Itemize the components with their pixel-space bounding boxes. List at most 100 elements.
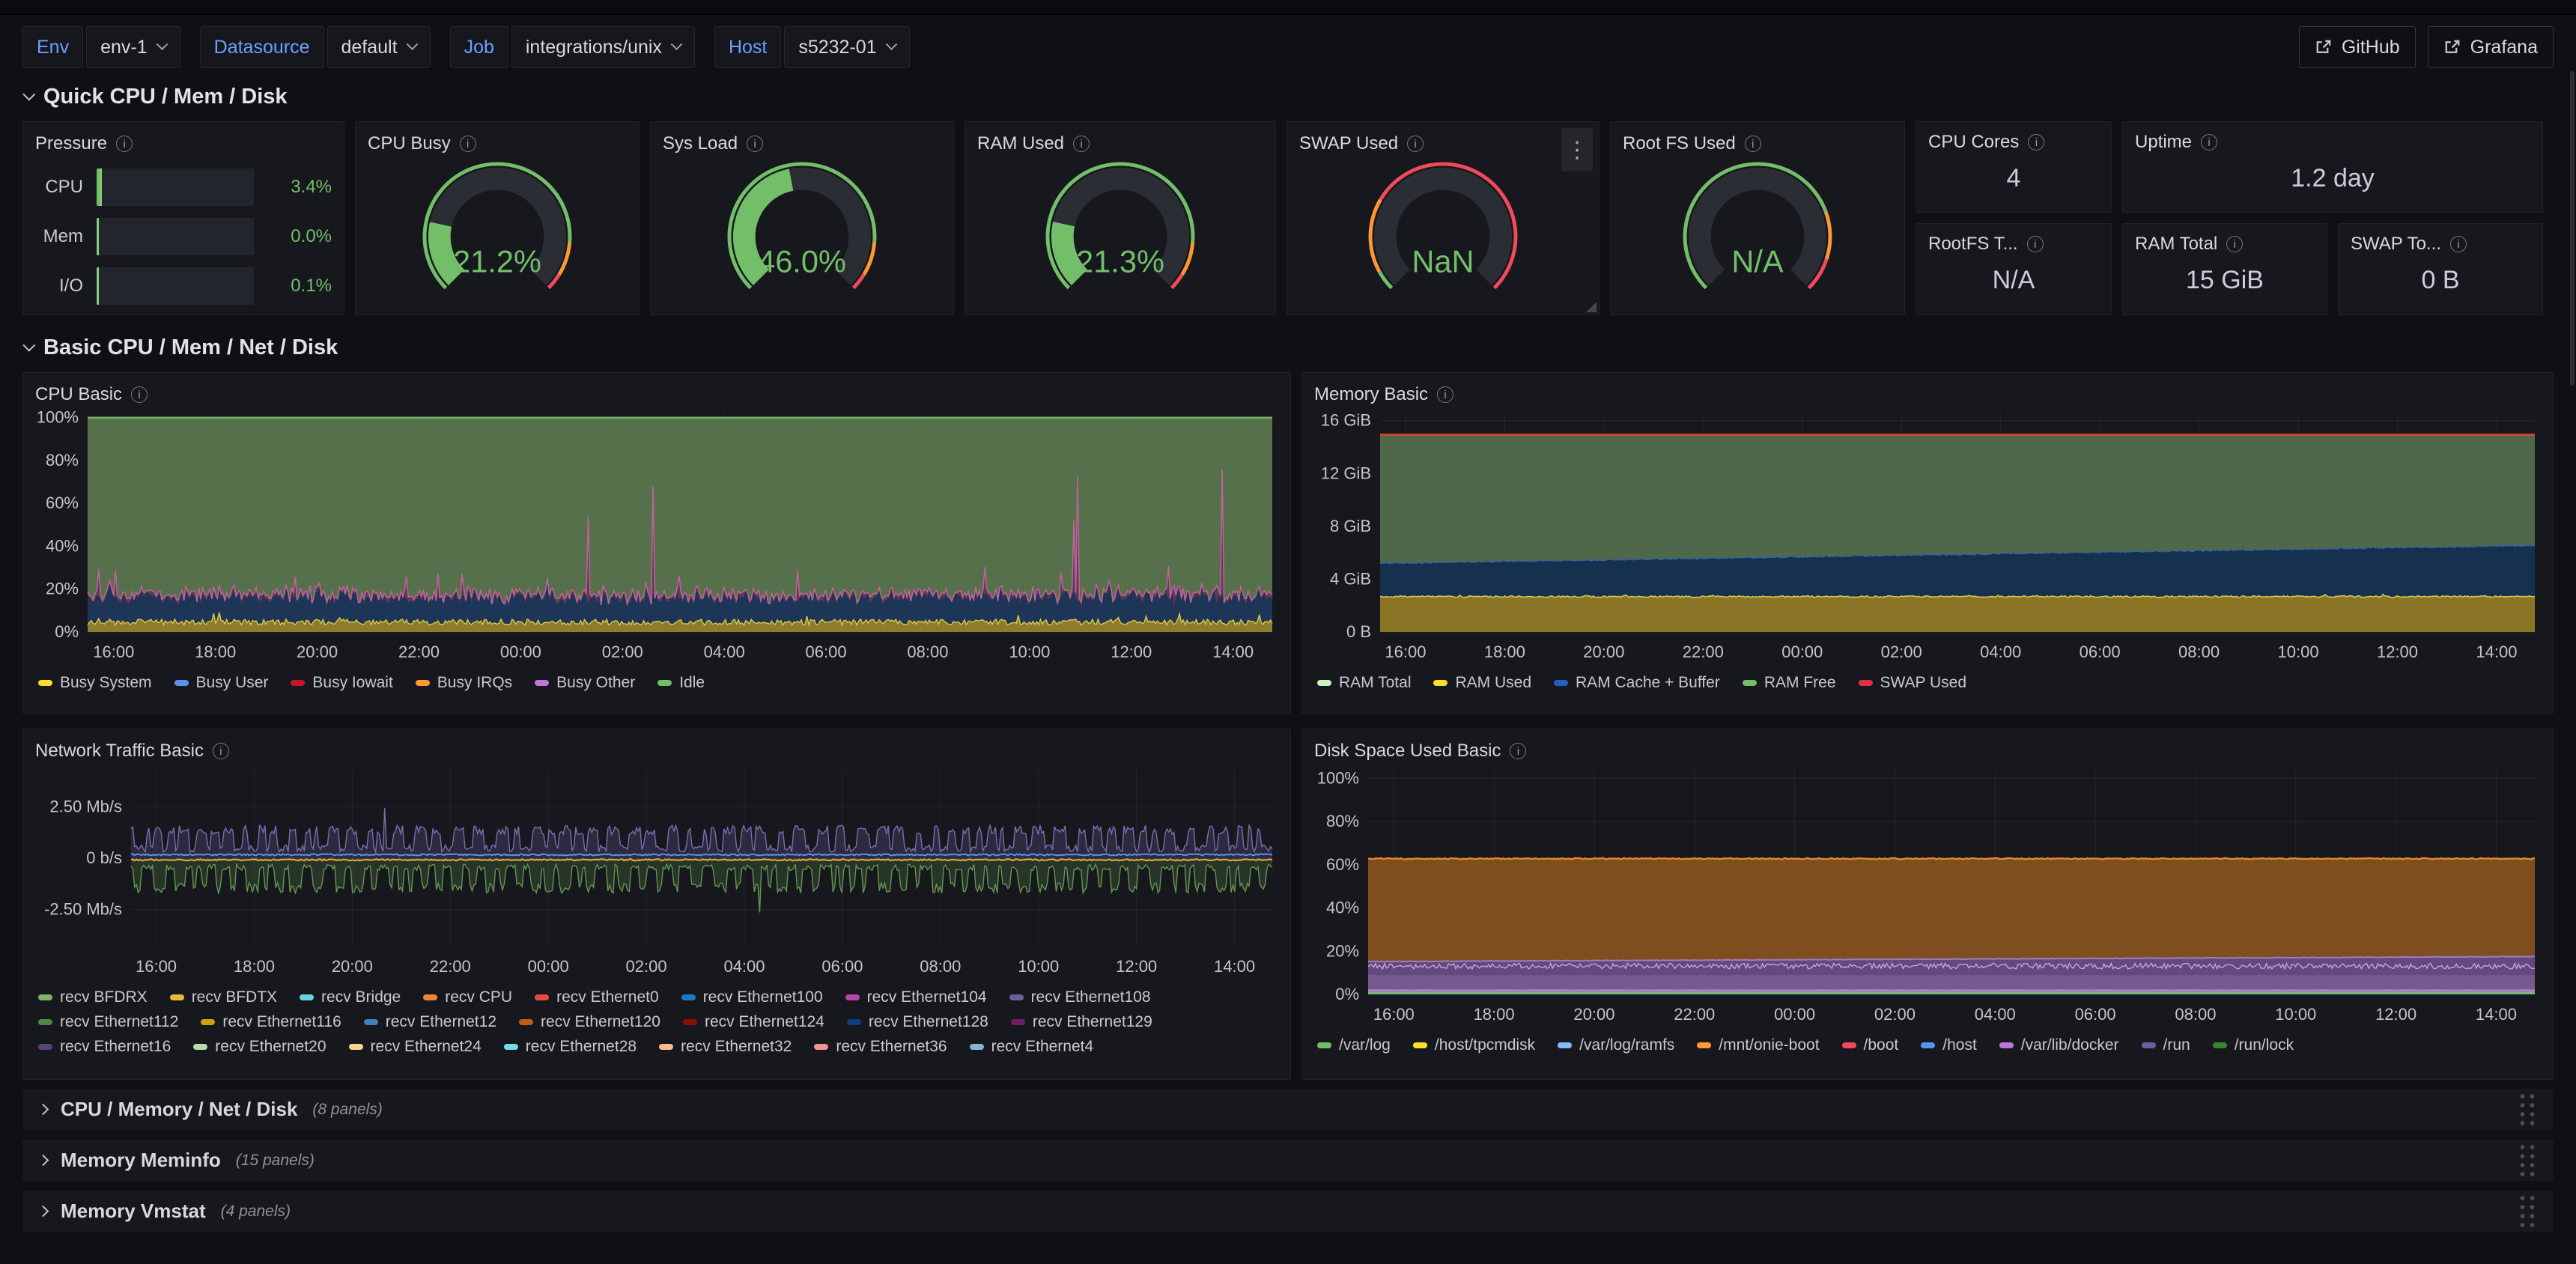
legend-item[interactable]: Busy IRQs [416,674,512,692]
panel-title[interactable]: Sys Load [663,133,738,154]
time-series-chart[interactable]: 0 B4 GiB8 GiB12 GiB16 GiB16:0018:0020:00… [1314,407,2541,669]
panel-title[interactable]: Disk Space Used Basic [1314,741,1501,762]
info-icon[interactable] [2027,236,2044,252]
host-select[interactable]: s5232-01 [784,26,909,68]
info-icon[interactable] [2226,236,2243,252]
legend-item[interactable]: recv Ethernet129 [1011,1013,1152,1031]
legend-item[interactable]: /var/lib/docker [1999,1036,2119,1054]
panel-title[interactable]: CPU Cores [1928,132,2019,153]
grafana-link-button[interactable]: Grafana [2428,26,2554,68]
drag-handle-icon[interactable] [2518,1143,2537,1179]
drag-handle-icon[interactable] [2518,1194,2537,1230]
job-select[interactable]: integrations/unix [511,26,695,68]
collapsed-row-cpu-memory-net-disk[interactable]: CPU / Memory / Net / Disk (8 panels) [22,1089,2554,1130]
legend-item[interactable]: recv Ethernet24 [349,1038,482,1056]
legend-item[interactable]: RAM Total [1317,674,1411,692]
panel-title[interactable]: RAM Used [977,133,1064,154]
panel-menu-icon[interactable] [1561,128,1593,171]
legend-item[interactable]: recv BFDRX [38,988,148,1006]
time-series-chart[interactable]: 0%20%40%60%80%100%16:0018:0020:0022:0000… [1314,764,2541,1032]
collapsed-row-memory-vmstat[interactable]: Memory Vmstat (4 panels) [22,1191,2554,1232]
drag-handle-icon[interactable] [2518,1092,2537,1128]
legend-item[interactable]: /var/log [1317,1036,1391,1054]
legend-item[interactable]: recv Ethernet32 [659,1038,792,1056]
info-icon[interactable] [1745,136,1761,152]
github-link-button[interactable]: GitHub [2299,26,2416,68]
legend-item[interactable]: recv Ethernet120 [519,1013,660,1031]
collapsed-row-memory-meminfo[interactable]: Memory Meminfo (15 panels) [22,1140,2554,1181]
legend-item[interactable]: /run/lock [2213,1036,2294,1054]
legend-item[interactable]: recv Ethernet112 [38,1013,178,1031]
panel-title[interactable]: RootFS T... [1928,234,2018,255]
legend-item[interactable]: /var/log/ramfs [1558,1036,1674,1054]
legend-item[interactable]: recv Ethernet100 [681,988,823,1006]
legend-item[interactable]: recv Ethernet128 [847,1013,988,1031]
info-icon[interactable] [1437,386,1453,403]
info-icon[interactable] [116,136,133,152]
legend-item[interactable]: recv Ethernet16 [38,1038,171,1056]
panel-root-fs-used: Root FS Used N/A [1610,121,1905,315]
datasource-select[interactable]: default [327,26,431,68]
scrollbar-thumb[interactable] [2570,71,2575,386]
section-header-quick[interactable]: Quick CPU / Mem / Disk [22,78,2554,115]
legend-item[interactable]: Busy User [174,674,269,692]
panel-title[interactable]: Memory Basic [1314,384,1428,405]
panel-title[interactable]: RAM Total [2135,234,2217,255]
legend-swatch [1433,680,1448,686]
info-icon[interactable] [213,743,229,759]
panel-title[interactable]: SWAP Used [1299,133,1398,154]
legend-item[interactable]: recv BFDTX [170,988,277,1006]
time-series-chart[interactable]: 0%20%40%60%80%100%16:0018:0020:0022:0000… [35,407,1278,669]
panel-title[interactable]: Network Traffic Basic [35,741,204,762]
panel-title[interactable]: Uptime [2135,132,2192,153]
stat-value: 1.2 day [2135,154,2530,203]
legend-item[interactable]: Busy Other [535,674,635,692]
info-icon[interactable] [1510,743,1526,759]
legend-item[interactable]: /run [2142,1036,2190,1054]
legend-item[interactable]: Busy Iowait [291,674,392,692]
legend-item[interactable]: recv Ethernet108 [1009,988,1151,1006]
info-icon[interactable] [2450,236,2467,252]
info-icon[interactable] [2028,134,2044,151]
legend-item[interactable]: /host/tpcmdisk [1413,1036,1535,1054]
legend-item[interactable]: Busy System [38,674,152,692]
panel-title[interactable]: Root FS Used [1623,133,1736,154]
legend-item[interactable]: RAM Used [1433,674,1531,692]
legend-item[interactable]: recv Ethernet4 [970,1038,1094,1056]
legend-item[interactable]: recv Ethernet12 [364,1013,496,1031]
legend-item[interactable]: recv Ethernet0 [535,988,659,1006]
legend-item[interactable]: /mnt/onie-boot [1697,1036,1819,1054]
info-icon[interactable] [2201,134,2217,151]
legend-label: recv CPU [445,988,512,1006]
panel-title[interactable]: CPU Basic [35,384,122,405]
legend-item[interactable]: recv Ethernet36 [814,1038,947,1056]
info-icon[interactable] [460,136,476,152]
time-series-chart[interactable]: -2.50 Mb/s0 b/s2.50 Mb/s16:0018:0020:002… [35,764,1278,984]
legend-item[interactable]: RAM Free [1743,674,1836,692]
legend-item[interactable]: recv Ethernet20 [193,1038,326,1056]
charts-row-1: CPU Basic 0%20%40%60%80%100%16:0018:0020… [22,372,2554,714]
legend-item[interactable]: Idle [657,674,705,692]
svg-text:04:00: 04:00 [1975,1005,2016,1024]
legend-item[interactable]: recv Ethernet124 [683,1013,824,1031]
panel-title[interactable]: CPU Busy [368,133,451,154]
legend-label: recv Ethernet12 [386,1013,496,1031]
legend-item[interactable]: recv CPU [423,988,512,1006]
legend-item[interactable]: RAM Cache + Buffer [1554,674,1720,692]
legend-item[interactable]: recv Ethernet104 [845,988,987,1006]
legend-item[interactable]: recv Ethernet116 [201,1013,341,1031]
info-icon[interactable] [1073,136,1090,152]
legend-item[interactable]: SWAP Used [1859,674,1967,692]
section-header-basic[interactable]: Basic CPU / Mem / Net / Disk [22,329,2554,366]
panel-title[interactable]: Pressure [35,133,107,154]
legend-item[interactable]: recv Ethernet28 [504,1038,637,1056]
env-select[interactable]: env-1 [86,26,180,68]
info-icon[interactable] [1407,136,1424,152]
legend-item[interactable]: recv Bridge [300,988,401,1006]
info-icon[interactable] [131,386,148,403]
legend-item[interactable]: /host [1921,1036,1977,1054]
panel-title[interactable]: SWAP To... [2351,234,2441,255]
legend-item[interactable]: /boot [1842,1036,1899,1054]
info-icon[interactable] [747,136,763,152]
resize-handle[interactable] [1586,302,1597,312]
